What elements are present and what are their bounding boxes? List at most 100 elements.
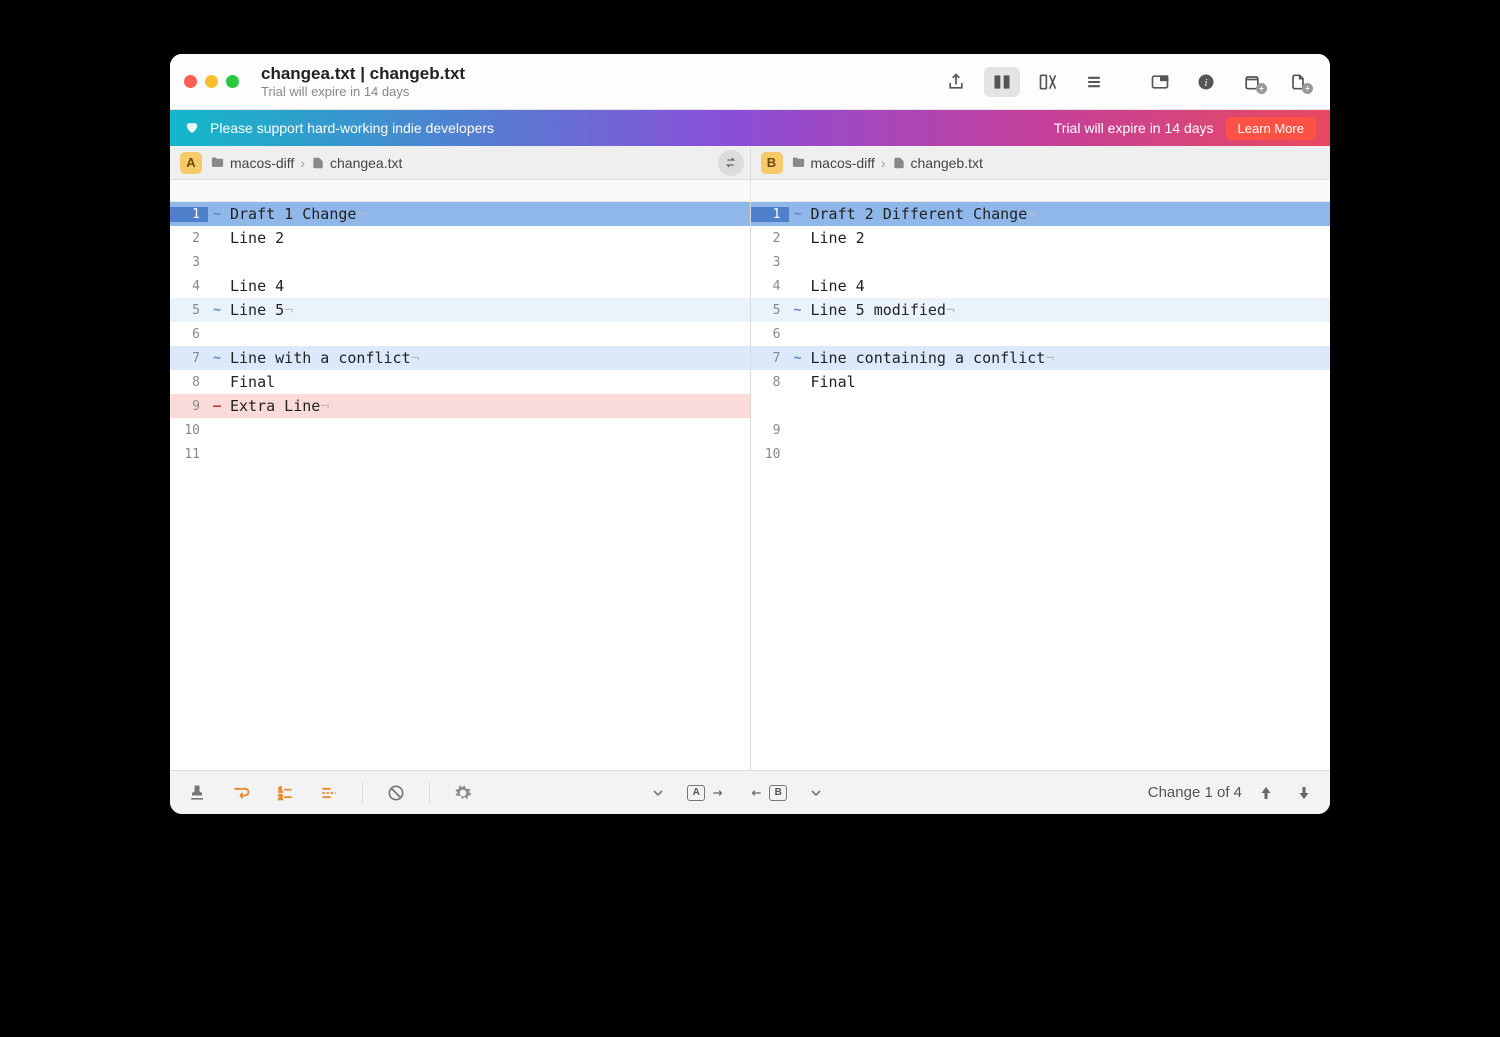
breadcrumb-label: macos-diff bbox=[811, 155, 875, 171]
breadcrumb-left: A macos-diff › changea.txt bbox=[170, 146, 750, 179]
line-number: 6 bbox=[170, 327, 208, 342]
app-window: changea.txt | changeb.txt Trial will exp… bbox=[170, 54, 1330, 814]
breadcrumb-label: changeb.txt bbox=[911, 155, 983, 171]
code-text: Line 5 modified¬ bbox=[807, 301, 956, 319]
list-view-button[interactable] bbox=[1076, 67, 1112, 97]
line-number: 7 bbox=[170, 351, 208, 366]
code-line[interactable]: 9—Extra Line¬ bbox=[170, 394, 750, 418]
window-mode-button[interactable] bbox=[1142, 67, 1178, 97]
line-number: 3 bbox=[751, 255, 789, 270]
code-line[interactable]: 3 bbox=[751, 250, 1331, 274]
support-banner: Please support hard-working indie develo… bbox=[170, 110, 1330, 146]
code-text: Line 5¬ bbox=[226, 301, 293, 319]
code-text: Draft 2 Different Change¬ bbox=[807, 205, 1037, 223]
code-line[interactable]: 7~Line with a conflict¬ bbox=[170, 346, 750, 370]
code-line[interactable]: 8 Final bbox=[170, 370, 750, 394]
svg-text:i: i bbox=[1204, 77, 1207, 89]
code-line[interactable]: 6 bbox=[170, 322, 750, 346]
code-line[interactable]: 5~Line 5¬ bbox=[170, 298, 750, 322]
learn-more-button[interactable]: Learn More bbox=[1226, 117, 1316, 140]
line-number: 8 bbox=[751, 375, 789, 390]
folder-icon bbox=[791, 155, 806, 170]
code-line[interactable]: 2Line 2 bbox=[751, 226, 1331, 250]
fullscreen-window-button[interactable] bbox=[226, 75, 239, 88]
breadcrumb-folder-b[interactable]: macos-diff bbox=[791, 155, 875, 171]
left-pane[interactable]: 1~Draft 1 Change¬2Line 234Line 45~Line 5… bbox=[170, 202, 750, 770]
code-line[interactable]: 7~Line containing a conflict¬ bbox=[751, 346, 1331, 370]
line-number: 6 bbox=[751, 327, 789, 342]
change-status: Change 1 of 4 bbox=[1148, 784, 1242, 801]
side-by-side-view-button[interactable] bbox=[984, 67, 1020, 97]
new-comparison-button[interactable]: + bbox=[1280, 67, 1316, 97]
line-number: 1 bbox=[751, 207, 789, 222]
prev-change-button[interactable] bbox=[1252, 779, 1280, 807]
footer-center: A B bbox=[643, 779, 831, 807]
titlebar: changea.txt | changeb.txt Trial will exp… bbox=[170, 54, 1330, 110]
banner-message: Please support hard-working indie develo… bbox=[210, 120, 494, 136]
close-window-button[interactable] bbox=[184, 75, 197, 88]
code-line[interactable]: 9 bbox=[751, 418, 1331, 442]
svg-text:2: 2 bbox=[278, 792, 282, 801]
breadcrumb-file-b[interactable]: changeb.txt bbox=[892, 155, 983, 171]
code-line[interactable]: 11 bbox=[170, 442, 750, 466]
stamp-button[interactable] bbox=[182, 779, 212, 807]
new-file-button[interactable]: + bbox=[1234, 67, 1270, 97]
traffic-lights bbox=[184, 75, 239, 88]
side-a-label: A bbox=[687, 785, 705, 801]
heart-icon bbox=[184, 119, 200, 138]
code-text: Line with a conflict¬ bbox=[226, 349, 420, 367]
breadcrumb-file-a[interactable]: changea.txt bbox=[311, 155, 402, 171]
code-line[interactable]: 1~Draft 1 Change¬ bbox=[170, 202, 750, 226]
code-line[interactable]: 3 bbox=[170, 250, 750, 274]
line-numbers-button[interactable]: 12 bbox=[270, 779, 300, 807]
code-line[interactable]: 4Line 4 bbox=[751, 274, 1331, 298]
code-line[interactable]: 10 bbox=[751, 442, 1331, 466]
swap-sides-button[interactable] bbox=[718, 150, 744, 176]
line-number: 5 bbox=[751, 303, 789, 318]
code-line[interactable]: 2 Line 2 bbox=[170, 226, 750, 250]
info-button[interactable]: i bbox=[1188, 67, 1224, 97]
settings-button[interactable] bbox=[448, 779, 478, 807]
line-number: 5 bbox=[170, 303, 208, 318]
copy-to-left-button[interactable]: B bbox=[741, 779, 793, 807]
footer-right: Change 1 of 4 bbox=[1148, 779, 1318, 807]
line-number: 3 bbox=[170, 255, 208, 270]
prev-inline-button[interactable] bbox=[643, 779, 673, 807]
ignore-button[interactable] bbox=[381, 779, 411, 807]
code-line[interactable]: 10 bbox=[170, 418, 750, 442]
code-line[interactable]: 5~Line 5 modified¬ bbox=[751, 298, 1331, 322]
collapse-same-button[interactable] bbox=[314, 779, 344, 807]
code-text: Line 2 bbox=[226, 229, 284, 247]
code-text: Line 4 bbox=[226, 277, 284, 295]
file-icon bbox=[892, 156, 906, 170]
code-line[interactable]: 4Line 4 bbox=[170, 274, 750, 298]
line-number: 10 bbox=[170, 423, 208, 438]
share-button[interactable] bbox=[938, 67, 974, 97]
breadcrumb-folder-a[interactable]: macos-diff bbox=[210, 155, 294, 171]
toolbar: i + + bbox=[938, 67, 1316, 97]
copy-to-right-button[interactable]: A bbox=[681, 779, 733, 807]
minimize-window-button[interactable] bbox=[205, 75, 218, 88]
code-line[interactable]: 1~Draft 2 Different Change¬ bbox=[751, 202, 1331, 226]
line-number: 11 bbox=[170, 447, 208, 462]
plus-icon: + bbox=[1256, 83, 1267, 94]
window-title: changea.txt | changeb.txt bbox=[261, 64, 465, 84]
diff-marker: ~ bbox=[208, 207, 226, 222]
code-text: Final bbox=[226, 373, 275, 391]
line-number: 4 bbox=[751, 279, 789, 294]
code-line[interactable]: 6 bbox=[751, 322, 1331, 346]
breadcrumb-right: B macos-diff › changeb.txt bbox=[750, 146, 1331, 179]
next-change-button[interactable] bbox=[1290, 779, 1318, 807]
inline-view-button[interactable] bbox=[1030, 67, 1066, 97]
right-pane[interactable]: 1~Draft 2 Different Change¬2Line 234Line… bbox=[750, 202, 1331, 770]
next-inline-button[interactable] bbox=[801, 779, 831, 807]
side-b-label: B bbox=[769, 785, 787, 801]
window-subtitle: Trial will expire in 14 days bbox=[261, 84, 465, 100]
line-number: 2 bbox=[170, 231, 208, 246]
banner-trial-text: Trial will expire in 14 days bbox=[1054, 120, 1214, 136]
folder-icon bbox=[210, 155, 225, 170]
wrap-button[interactable] bbox=[226, 779, 256, 807]
code-line[interactable]: 8Final bbox=[751, 370, 1331, 394]
code-line[interactable] bbox=[751, 394, 1331, 418]
line-number: 8 bbox=[170, 375, 208, 390]
